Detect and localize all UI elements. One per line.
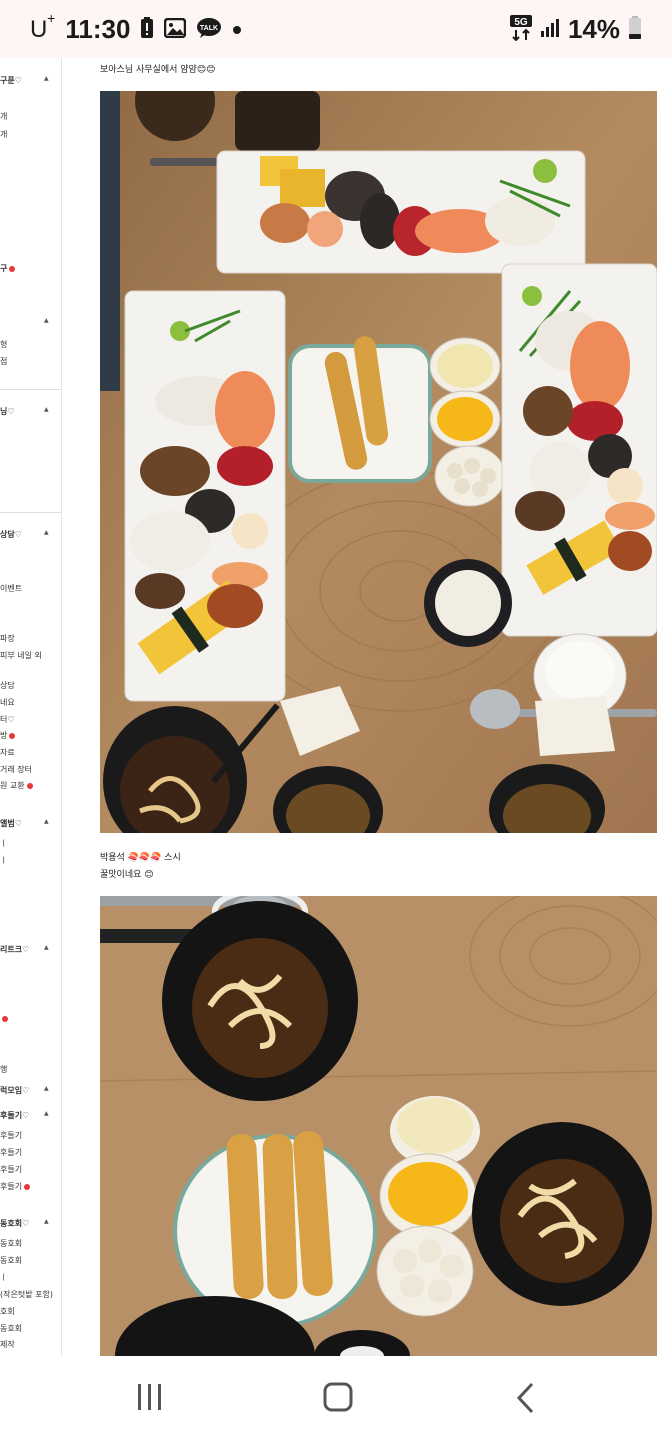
post-caption: 보아스님 사무실에서 얌얌😊😊: [100, 65, 216, 75]
sidebar-item[interactable]: (작은텃밭 포함): [0, 1289, 53, 1300]
sidebar-item[interactable]: 후들기: [0, 1164, 22, 1175]
network-5g-icon: 5G: [509, 14, 532, 45]
battery-percent: 14%: [567, 14, 620, 44]
sidebar-item[interactable]: 앨범♡: [0, 818, 22, 829]
more-notifications-dot: [232, 20, 242, 39]
system-nav-bar: [0, 1356, 672, 1440]
sidebar-item[interactable]: 구: [0, 263, 16, 274]
sidebar-item[interactable]: 행: [0, 1064, 7, 1075]
battery-icon: [628, 15, 642, 44]
sidebar-item[interactable]: 개: [0, 129, 7, 140]
sidebar-item[interactable]: 후들기: [0, 1181, 31, 1192]
new-badge-icon: [26, 782, 33, 789]
sidebar-item[interactable]: ㅣ: [0, 855, 7, 866]
clock: 11:30: [65, 14, 131, 44]
sidebar-menu: 구푼♡ ▲ 개 개 구 ▲ 형 점 닝♡ ▲ 상담♡ ▲ 이벤트 파장 피부 네일 외…: [0, 58, 62, 1356]
sidebar-item[interactable]: ㅣ: [0, 838, 7, 849]
sidebar-item[interactable]: 피부 네일 외: [0, 650, 42, 661]
sidebar-item[interactable]: 후들기: [0, 1147, 22, 1158]
sidebar-item[interactable]: 닝♡: [0, 406, 15, 417]
carrier-label: U +: [30, 9, 56, 43]
sidebar-item[interactable]: 거래 장터: [0, 764, 32, 775]
sidebar-item[interactable]: 방: [0, 730, 16, 741]
sidebar-item[interactable]: 개: [0, 111, 7, 122]
sidebar-item[interactable]: 상담: [0, 680, 15, 691]
sidebar-item[interactable]: 럭모임♡: [0, 1085, 29, 1096]
sidebar-item[interactable]: 형: [0, 339, 7, 350]
sidebar-item[interactable]: 파장: [0, 633, 15, 644]
new-badge-icon: [9, 265, 16, 272]
sidebar-item[interactable]: 동호회: [0, 1238, 22, 1249]
svg-text:TALK: TALK: [200, 25, 218, 32]
sidebar-item[interactable]: 후들기: [0, 1130, 22, 1141]
status-bar: U + 11:30 TALK 5G 14%: [0, 0, 672, 58]
sidebar-item[interactable]: 후들기♡: [0, 1110, 29, 1121]
sidebar-item[interactable]: 동호회: [0, 1323, 22, 1334]
sidebar-item[interactable]: 구푼♡: [0, 75, 22, 86]
new-badge-icon: [2, 1015, 8, 1022]
sidebar-item[interactable]: 동호회: [0, 1255, 22, 1266]
sidebar-item[interactable]: 자료: [0, 747, 15, 758]
sidebar-item[interactable]: 호회: [0, 1306, 15, 1317]
post-caption: 박용석 🍣🍣🍣 스시 꿀맛이네요 😊: [100, 850, 181, 884]
post-photo-udon-shrimp[interactable]: [100, 896, 657, 1356]
home-icon[interactable]: [322, 1382, 354, 1416]
new-badge-icon: [9, 732, 16, 739]
kakaotalk-icon: TALK: [196, 17, 222, 43]
sidebar-item[interactable]: 터♡: [0, 714, 15, 725]
recent-apps-icon[interactable]: [136, 1382, 164, 1416]
battery-alert-icon: [140, 16, 154, 43]
back-icon[interactable]: [514, 1382, 538, 1418]
sidebar-item[interactable]: 이벤트: [0, 583, 22, 594]
post-caption-line: 박용석 🍣🍣🍣 스시: [100, 853, 181, 863]
sidebar-item[interactable]: 동호회♡: [0, 1218, 29, 1229]
sidebar-item[interactable]: 상담♡: [0, 529, 22, 540]
svg-text:5G: 5G: [514, 17, 528, 28]
post-caption-line: 꿀맛이네요 😊: [100, 870, 154, 880]
new-badge-icon: [24, 1183, 31, 1190]
sidebar-item[interactable]: 리트크♡: [0, 944, 29, 955]
sidebar-item[interactable]: 네요: [0, 697, 15, 708]
gallery-icon: [164, 17, 187, 42]
sidebar-item[interactable]: ㅣ: [0, 1272, 7, 1283]
sidebar-item[interactable]: 원 교환: [0, 780, 33, 791]
post-photo-sushi-platters[interactable]: [100, 91, 657, 833]
sidebar-item[interactable]: 제작: [0, 1339, 15, 1350]
signal-icon: [540, 18, 560, 42]
sidebar-item[interactable]: [0, 1014, 8, 1023]
sidebar-item[interactable]: 점: [0, 356, 7, 367]
